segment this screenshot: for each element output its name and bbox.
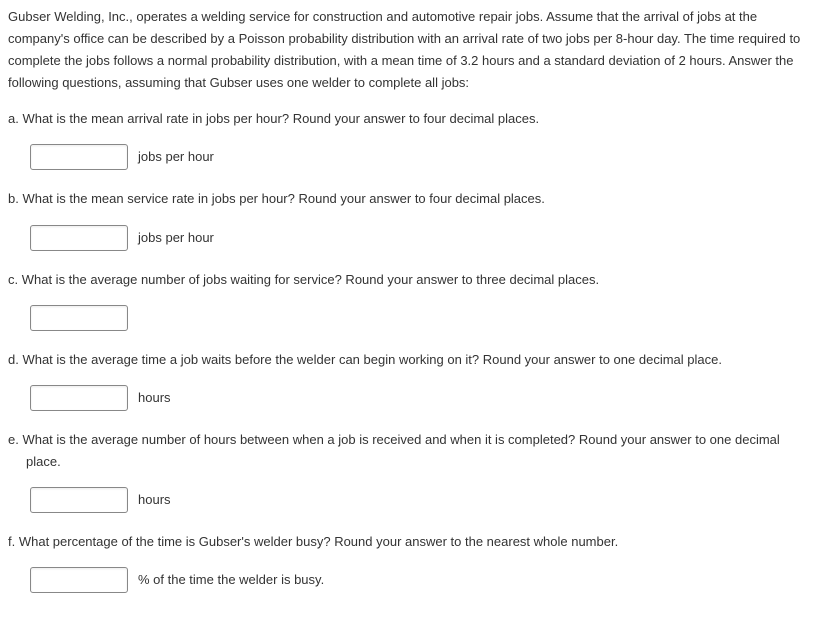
answer-b-unit: jobs per hour: [138, 227, 214, 249]
question-b-text: b. What is the mean service rate in jobs…: [8, 188, 812, 210]
answer-d-unit: hours: [138, 387, 171, 409]
question-d: d. What is the average time a job waits …: [8, 349, 812, 411]
answer-a-input[interactable]: [30, 144, 128, 170]
question-f: f. What percentage of the time is Gubser…: [8, 531, 812, 593]
answer-b-input[interactable]: [30, 225, 128, 251]
answer-c-input[interactable]: [30, 305, 128, 331]
question-b: b. What is the mean service rate in jobs…: [8, 188, 812, 250]
question-a-text: a. What is the mean arrival rate in jobs…: [8, 108, 812, 130]
answer-f-input[interactable]: [30, 567, 128, 593]
answer-a-unit: jobs per hour: [138, 146, 214, 168]
question-d-text: d. What is the average time a job waits …: [8, 349, 812, 371]
answer-e-input[interactable]: [30, 487, 128, 513]
answer-e-unit: hours: [138, 489, 171, 511]
question-c-text: c. What is the average number of jobs wa…: [8, 269, 812, 291]
answer-d-input[interactable]: [30, 385, 128, 411]
problem-intro: Gubser Welding, Inc., operates a welding…: [8, 6, 812, 94]
question-a: a. What is the mean arrival rate in jobs…: [8, 108, 812, 170]
question-c: c. What is the average number of jobs wa…: [8, 269, 812, 331]
question-e-line1: e. What is the average number of hours b…: [8, 432, 780, 447]
question-e-text: e. What is the average number of hours b…: [8, 429, 812, 473]
question-e: e. What is the average number of hours b…: [8, 429, 812, 513]
answer-f-unit: % of the time the welder is busy.: [138, 569, 324, 591]
question-f-text: f. What percentage of the time is Gubser…: [8, 531, 812, 553]
question-e-line2: place.: [8, 454, 61, 469]
